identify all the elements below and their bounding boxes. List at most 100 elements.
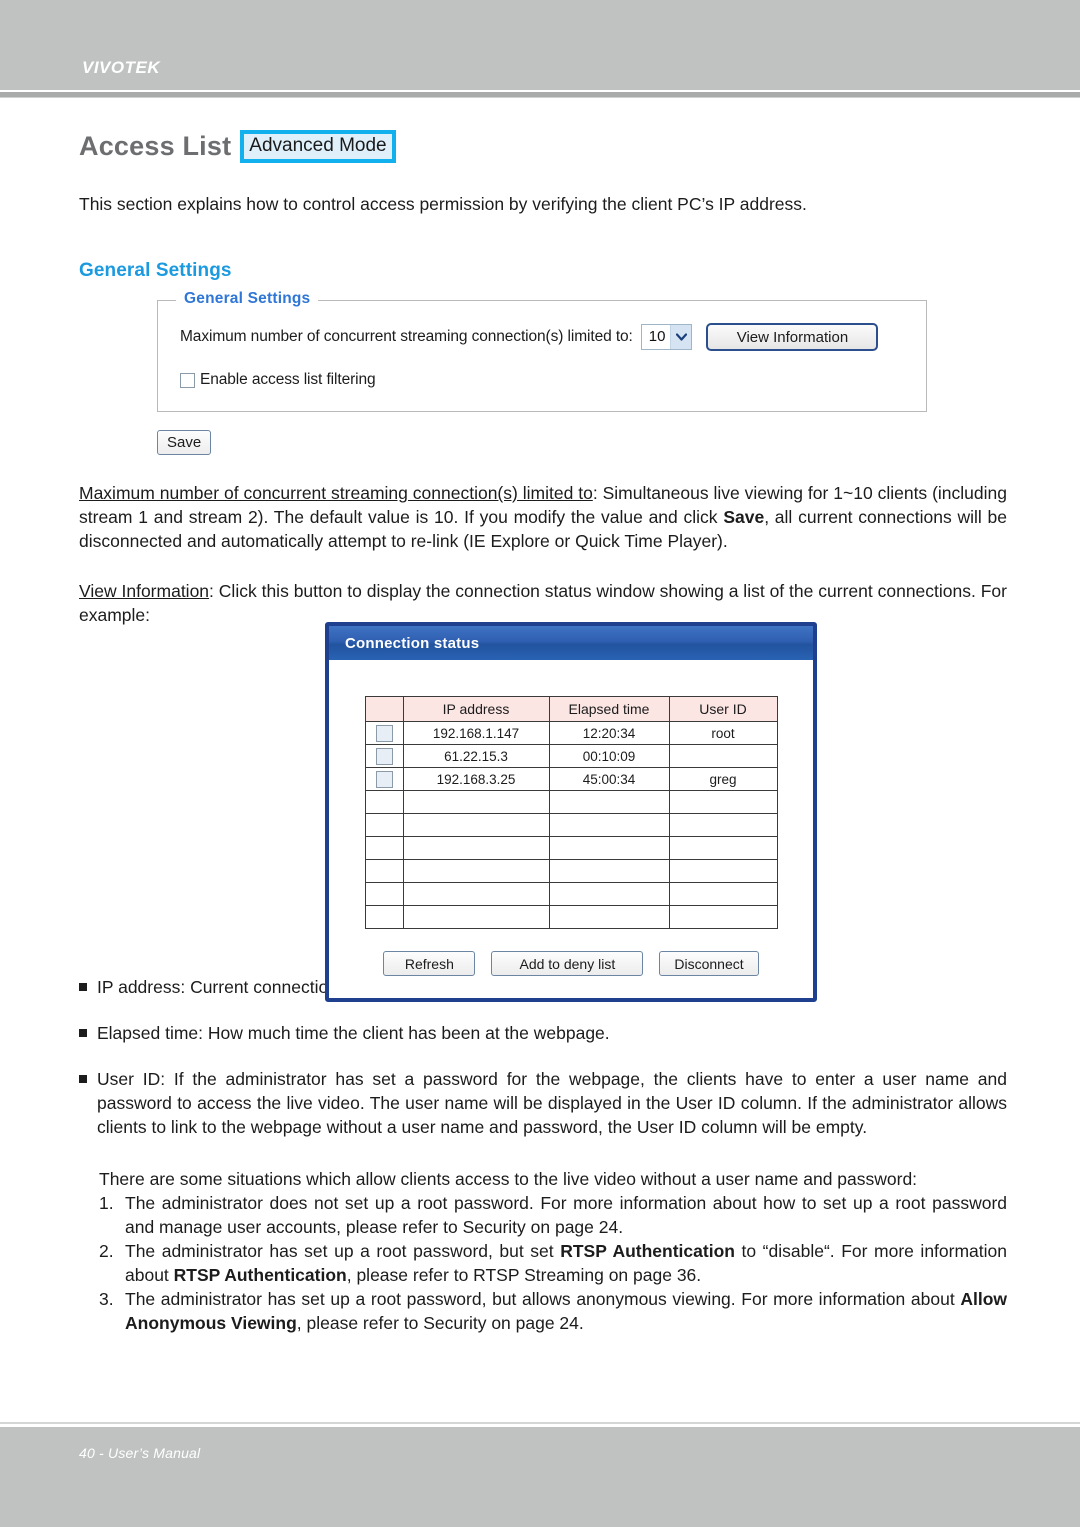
row-select-checkbox[interactable] bbox=[375, 747, 393, 765]
vivotek-logo: VIVOTEK bbox=[82, 58, 161, 77]
view-information-term: View Information bbox=[79, 581, 210, 601]
cell-empty bbox=[402, 859, 550, 883]
cell-empty bbox=[364, 813, 404, 837]
refresh-button[interactable]: Refresh bbox=[383, 951, 476, 976]
advanced-mode-badge: Advanced Mode bbox=[240, 129, 396, 163]
dialog-title: Connection status bbox=[345, 634, 480, 652]
bullet-text: User ID: If the administrator has set a … bbox=[97, 1069, 1007, 1137]
note-item: The administrator has set up a root pass… bbox=[99, 1239, 1007, 1287]
disconnect-button[interactable]: Disconnect bbox=[659, 951, 759, 976]
column-header-elapsed-time: Elapsed time bbox=[548, 696, 670, 722]
cell-empty bbox=[548, 836, 670, 860]
dialog-button-row: Refresh Add to deny list Disconnect bbox=[353, 951, 789, 976]
notes-block: There are some situations which allow cl… bbox=[79, 1167, 1007, 1335]
max-connections-value: 10 bbox=[648, 328, 666, 345]
cell-elapsed-time: 00:10:09 bbox=[548, 744, 670, 768]
cell-empty bbox=[402, 813, 550, 837]
dialog-body: IP address Elapsed time User ID 192.168.… bbox=[329, 660, 813, 998]
chevron-down-icon bbox=[670, 325, 692, 349]
cell-user-id: root bbox=[668, 721, 778, 745]
cell-empty bbox=[402, 882, 550, 906]
intro-paragraph: This section explains how to control acc… bbox=[79, 194, 807, 214]
connection-table-body: 192.168.1.147 12:20:34 root 61.22.15.3 0… bbox=[364, 721, 778, 929]
settings-panel-wrapper: General Settings Maximum number of concu… bbox=[79, 290, 1007, 455]
note-item: The administrator has set up a root pass… bbox=[99, 1287, 1007, 1335]
section-heading-general-settings: General Settings bbox=[79, 260, 232, 281]
bullet-square-icon bbox=[79, 1075, 87, 1083]
table-row-empty bbox=[364, 859, 778, 883]
general-settings-panel: General Settings Maximum number of concu… bbox=[157, 290, 927, 412]
table-header-row: IP address Elapsed time User ID bbox=[364, 696, 778, 722]
cell-empty bbox=[668, 859, 778, 883]
row-checkbox-cell bbox=[364, 744, 404, 768]
cell-empty bbox=[402, 905, 550, 929]
cell-ip-address: 61.22.15.3 bbox=[402, 744, 550, 768]
dialog-titlebar: Connection status bbox=[329, 626, 813, 660]
notes-intro: There are some situations which allow cl… bbox=[99, 1169, 918, 1189]
connection-status-dialog: Connection status IP address Elapsed tim… bbox=[325, 622, 817, 1002]
cell-empty bbox=[364, 905, 404, 929]
max-connections-term: Maximum number of concurrent streaming c… bbox=[79, 483, 593, 503]
bullet-text: Elapsed time: How much time the client h… bbox=[97, 1023, 610, 1043]
table-row-empty bbox=[364, 790, 778, 814]
cell-empty bbox=[364, 790, 404, 814]
cell-empty bbox=[668, 905, 778, 929]
bullet-square-icon bbox=[79, 1029, 87, 1037]
cell-empty bbox=[364, 882, 404, 906]
list-item: Elapsed time: How much time the client h… bbox=[79, 1021, 1007, 1045]
add-to-deny-list-button[interactable]: Add to deny list bbox=[491, 951, 644, 976]
note-item: The administrator does not set up a root… bbox=[99, 1191, 1007, 1239]
max-connections-select[interactable]: 10 bbox=[640, 324, 693, 350]
footer-page-label: 40 - User’s Manual bbox=[79, 1445, 201, 1461]
footer-divider bbox=[0, 1422, 1080, 1424]
max-connections-description: Maximum number of concurrent streaming c… bbox=[79, 481, 1007, 553]
cell-empty bbox=[548, 905, 670, 929]
row-select-checkbox[interactable] bbox=[375, 724, 393, 742]
note-seg1: The administrator has set up a root pass… bbox=[125, 1241, 561, 1261]
row-select-checkbox[interactable] bbox=[375, 770, 393, 788]
page-title: Access List Advanced Mode bbox=[79, 128, 1007, 164]
column-header-user-id: User ID bbox=[668, 696, 778, 722]
cell-empty bbox=[548, 790, 670, 814]
max-connections-row: Maximum number of concurrent streaming c… bbox=[180, 323, 908, 351]
cell-empty bbox=[668, 813, 778, 837]
cell-empty bbox=[364, 859, 404, 883]
header-divider-light bbox=[0, 97, 1080, 98]
note-seg1: The administrator has set up a root pass… bbox=[125, 1289, 961, 1309]
list-item: User ID: If the administrator has set a … bbox=[79, 1067, 1007, 1139]
enable-filtering-row: Enable access list filtering bbox=[180, 371, 908, 389]
table-row: 61.22.15.3 00:10:09 bbox=[364, 744, 778, 768]
column-header-ip-address: IP address bbox=[402, 696, 550, 722]
table-row: 192.168.1.147 12:20:34 root bbox=[364, 721, 778, 745]
table-row-empty bbox=[364, 882, 778, 906]
cell-elapsed-time: 45:00:34 bbox=[548, 767, 670, 791]
view-information-button[interactable]: View Information bbox=[706, 323, 879, 351]
cell-empty bbox=[364, 836, 404, 860]
enable-access-list-filtering-label: Enable access list filtering bbox=[200, 371, 376, 388]
save-button[interactable]: Save bbox=[157, 430, 212, 455]
cell-empty bbox=[668, 790, 778, 814]
table-row-empty bbox=[364, 836, 778, 860]
cell-empty bbox=[402, 790, 550, 814]
note-seg1: The administrator does not set up a root… bbox=[125, 1193, 1007, 1237]
cell-empty bbox=[668, 882, 778, 906]
page-header-bar: VIVOTEK bbox=[0, 0, 1080, 90]
note-seg3: , please refer to RTSP Streaming on page… bbox=[346, 1265, 702, 1285]
row-checkbox-cell bbox=[364, 767, 404, 791]
cell-empty bbox=[548, 813, 670, 837]
cell-empty bbox=[668, 836, 778, 860]
note-seg2: , please refer to Security on page 24. bbox=[296, 1313, 584, 1333]
cell-user-id bbox=[668, 744, 778, 768]
view-information-desc-text: : Click this button to display the conne… bbox=[79, 581, 1007, 625]
cell-user-id: greg bbox=[668, 767, 778, 791]
enable-access-list-filtering-checkbox[interactable] bbox=[180, 372, 195, 388]
bullet-square-icon bbox=[79, 983, 87, 991]
note-bold2: RTSP Authentication bbox=[173, 1265, 347, 1285]
row-checkbox-cell bbox=[364, 721, 404, 745]
page-title-text: Access List bbox=[79, 131, 232, 161]
cell-empty bbox=[548, 882, 670, 906]
connection-status-table: IP address Elapsed time User ID 192.168.… bbox=[364, 696, 778, 929]
cell-elapsed-time: 12:20:34 bbox=[548, 721, 670, 745]
note-bold1: RTSP Authentication bbox=[560, 1241, 735, 1261]
cell-empty bbox=[402, 836, 550, 860]
